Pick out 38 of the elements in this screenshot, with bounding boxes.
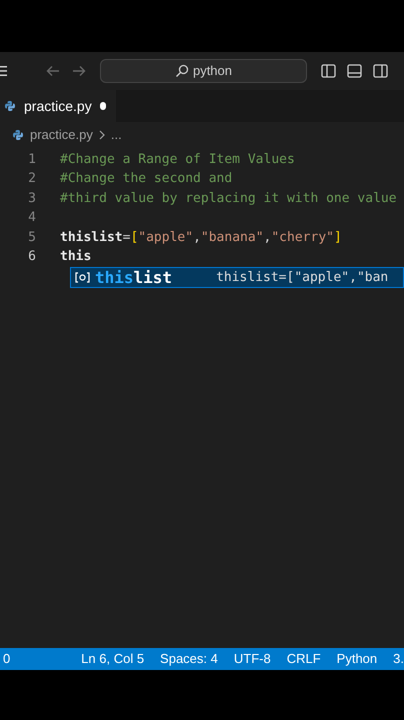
line-number: 5 (27, 228, 36, 247)
line-number: 2 (27, 170, 36, 188)
search-icon (174, 64, 189, 78)
code-line: thislist=["apple","banana","cherry"] (60, 228, 342, 247)
suggestion-detail: thislist=["apple","ban (216, 269, 388, 288)
suggestion-item[interactable]: thislist thislist=["apple","ban (70, 267, 404, 288)
panel-layout-icon[interactable] (347, 64, 362, 78)
chevron-right-icon (98, 130, 105, 140)
status-item[interactable]: Ln 6, Col 5 (81, 649, 144, 669)
python-file-icon (4, 100, 16, 112)
code-line: #third value by replacing it with one value (60, 190, 397, 208)
status-item[interactable]: Spaces: 4 (160, 649, 218, 669)
python-file-icon (12, 129, 24, 141)
code-line: this (60, 248, 92, 266)
line-number: 1 (27, 151, 36, 169)
code-line: #Change a Range of Item Values (60, 151, 295, 169)
search-text: python (192, 62, 232, 80)
code-line: #Change the second and (60, 170, 232, 188)
status-item[interactable]: 0 (3, 649, 10, 669)
menu-icon[interactable] (0, 65, 7, 77)
line-number: 6 (27, 248, 36, 266)
breadcrumb-file[interactable]: practice.py (30, 125, 93, 145)
variable-icon (75, 272, 90, 284)
sidebar-layout-icon[interactable] (321, 64, 336, 78)
forward-arrow-icon[interactable] (72, 65, 86, 77)
line-number: 4 (27, 209, 36, 228)
line-number: 3 (27, 190, 36, 208)
editor-tab[interactable]: practice.py (0, 90, 116, 122)
split-layout-icon[interactable] (373, 64, 388, 78)
tab-label: practice.py (24, 96, 92, 116)
status-item[interactable]: 3. (393, 649, 404, 669)
search-field[interactable]: python (100, 59, 307, 83)
back-arrow-icon[interactable] (46, 65, 60, 77)
suggestion-label: thislist (95, 268, 172, 288)
status-item[interactable]: CRLF (286, 649, 321, 669)
status-item[interactable]: UTF-8 (234, 649, 271, 669)
status-item[interactable]: Python (336, 649, 378, 669)
breadcrumb-more[interactable]: ... (110, 125, 122, 145)
